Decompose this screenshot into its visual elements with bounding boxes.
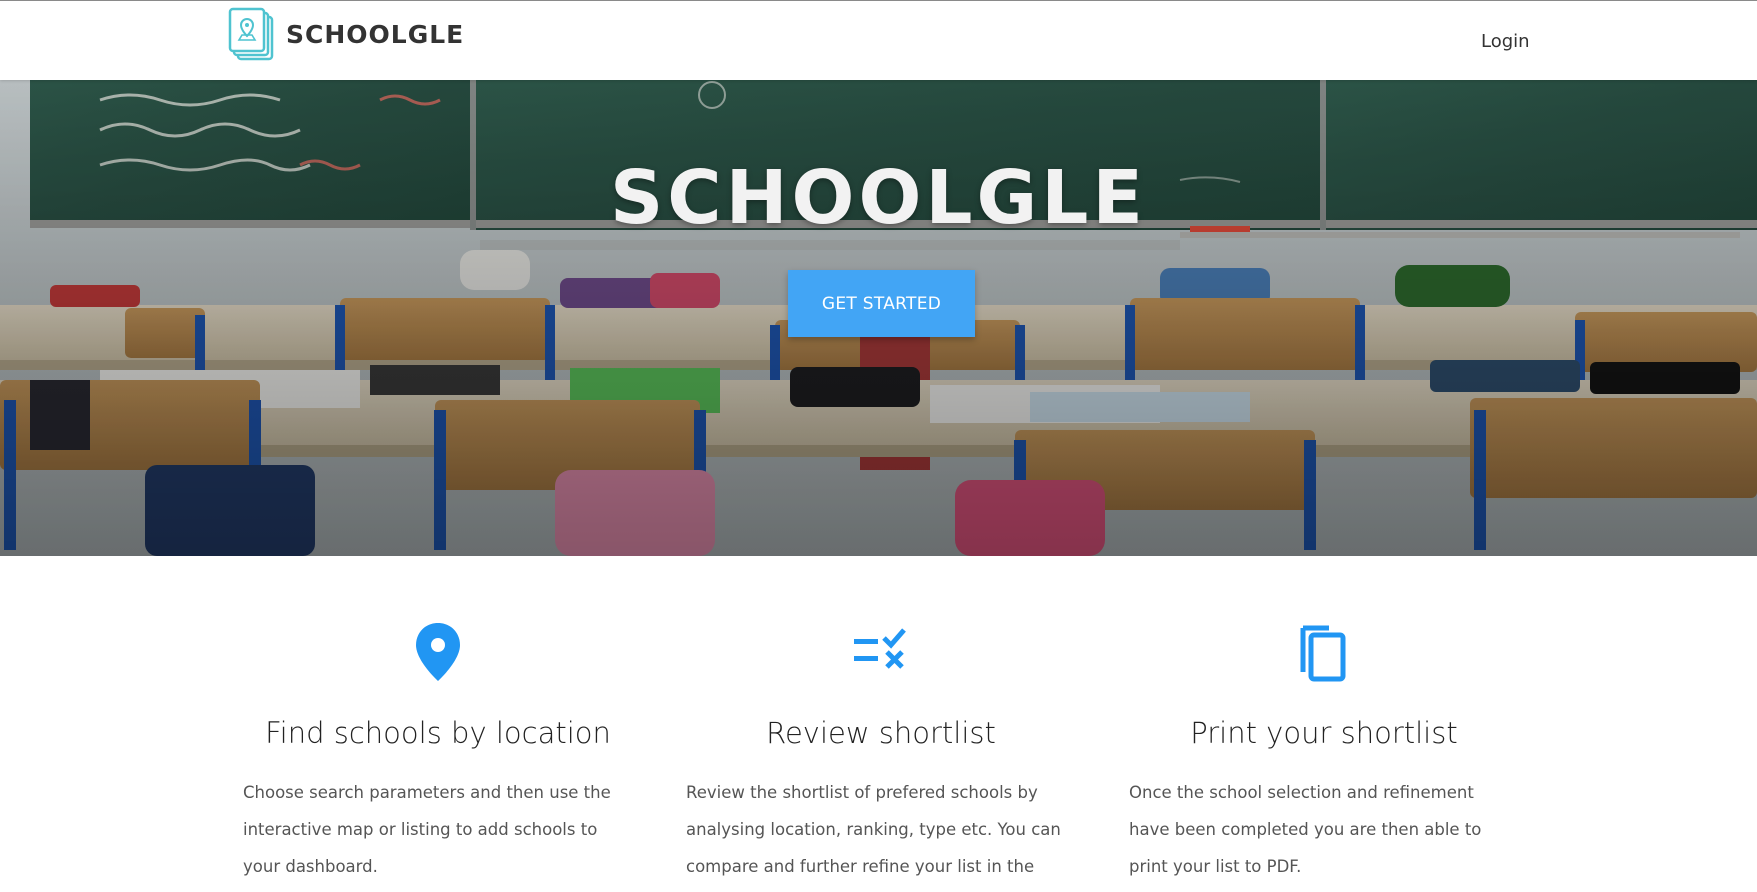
top-navbar: Schoolgle Login <box>0 0 1757 80</box>
school-map-logo-icon <box>228 7 274 61</box>
location-pin-icon <box>416 623 460 681</box>
feature-title: Print your shortlist <box>1190 716 1458 750</box>
get-started-button[interactable]: Get Started <box>788 270 975 337</box>
checklist-icon <box>854 628 906 669</box>
login-link[interactable]: Login <box>1481 31 1530 52</box>
feature-title: Review shortlist <box>766 716 996 750</box>
feature-description: Review the shortlist of prefered schools… <box>686 783 1061 876</box>
hero-banner: Schoolgle Get Started <box>0 80 1757 556</box>
features-section: Find schools by location Choose search p… <box>0 556 1757 892</box>
feature-title: Find schools by location <box>265 716 611 750</box>
feature-description: Once the school selection and refinement… <box>1129 783 1482 876</box>
brand-name: Schoolgle <box>286 20 465 49</box>
hero-title: Schoolgle <box>610 155 1147 241</box>
brand-logo-link[interactable]: Schoolgle <box>228 7 464 62</box>
copy-pages-icon <box>1300 625 1346 682</box>
feature-description: Choose search parameters and then use th… <box>243 783 611 876</box>
